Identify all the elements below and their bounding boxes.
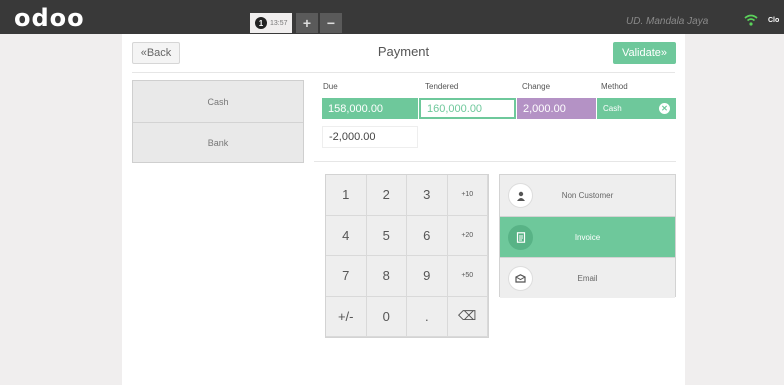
column-due: Due <box>323 82 338 91</box>
numpad-key-3[interactable]: 3 <box>407 175 448 216</box>
numpad-key-8[interactable]: 8 <box>366 256 407 297</box>
column-method: Method <box>601 82 628 91</box>
payment-line[interactable]: 158,000.00 160,000.00 2,000.00 Cash ✕ <box>322 98 676 119</box>
top-bar: odoo 1 13:57 + − UD. Mandala Jaya Clo <box>0 0 784 34</box>
header-divider <box>132 72 675 73</box>
numpad-key-plus50[interactable]: +50 <box>447 256 488 297</box>
email-label: Email <box>577 273 598 283</box>
change-amount: 2,000.00 <box>517 98 596 119</box>
customer-label: Non Customer <box>561 191 614 200</box>
payment-method-cell: Cash ✕ <box>597 98 676 119</box>
customer-button[interactable]: Non Customer <box>500 175 675 216</box>
payment-actions: Non Customer Invoice Email <box>499 174 676 298</box>
wifi-icon <box>744 14 758 26</box>
numpad: 1 2 3 +10 4 5 6 +20 7 8 9 +50 +/- 0 . ⌫ <box>325 174 489 338</box>
page-title: Payment <box>377 44 430 59</box>
column-change: Change <box>522 82 551 91</box>
remaining-amount: -2,000.00 <box>322 126 418 148</box>
numpad-key-1[interactable]: 1 <box>326 175 367 216</box>
order-tab[interactable]: 1 13:57 <box>250 13 292 33</box>
backspace-icon[interactable]: ⌫ <box>447 296 488 337</box>
numpad-key-dot[interactable]: . <box>407 296 448 337</box>
email-icon <box>508 266 533 291</box>
close-button[interactable]: Clo <box>768 17 779 24</box>
user-icon <box>508 183 533 208</box>
numpad-key-plus10[interactable]: +10 <box>447 175 488 216</box>
numpad-key-5[interactable]: 5 <box>366 215 407 256</box>
method-cash[interactable]: Cash <box>133 81 303 122</box>
invoice-icon <box>508 225 533 250</box>
company-name: UD. Mandala Jaya <box>626 16 709 27</box>
order-time: 13:57 <box>270 19 288 27</box>
numpad-key-0[interactable]: 0 <box>366 296 407 337</box>
invoice-button[interactable]: Invoice <box>500 216 675 257</box>
due-amount: 158,000.00 <box>322 98 418 119</box>
validate-button[interactable]: Validate» <box>613 42 676 64</box>
invoice-label: Invoice <box>574 232 601 242</box>
payment-method-label: Cash <box>603 104 622 113</box>
delete-line-icon[interactable]: ✕ <box>659 103 670 114</box>
order-number-badge: 1 <box>255 17 267 29</box>
add-order-button[interactable]: + <box>296 13 318 33</box>
content-divider <box>314 161 676 162</box>
column-tendered: Tendered <box>425 82 459 91</box>
back-button[interactable]: «Back <box>132 42 180 64</box>
numpad-key-plusminus[interactable]: +/- <box>326 296 367 337</box>
numpad-key-7[interactable]: 7 <box>326 256 367 297</box>
method-bank[interactable]: Bank <box>133 122 303 163</box>
remove-order-button[interactable]: − <box>320 13 342 33</box>
odoo-logo: odoo <box>14 4 85 32</box>
numpad-key-6[interactable]: 6 <box>407 215 448 256</box>
payment-methods: Cash Bank <box>132 80 304 163</box>
numpad-key-plus20[interactable]: +20 <box>447 215 488 256</box>
numpad-key-9[interactable]: 9 <box>407 256 448 297</box>
email-button[interactable]: Email <box>500 257 675 298</box>
numpad-key-2[interactable]: 2 <box>366 175 407 216</box>
tendered-input[interactable]: 160,000.00 <box>419 98 516 119</box>
numpad-key-4[interactable]: 4 <box>326 215 367 256</box>
payment-screen: Payment «Back Validate» Cash Bank Due Te… <box>122 34 685 385</box>
